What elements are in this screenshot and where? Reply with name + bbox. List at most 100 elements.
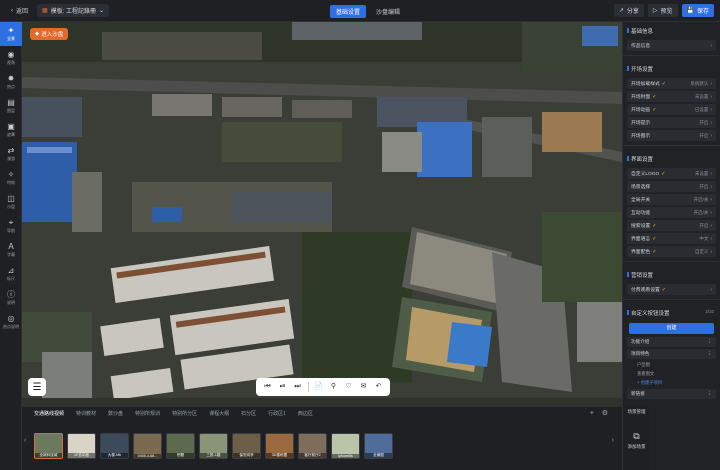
setting-row[interactable]: 开场提示 开启 › [627,117,716,128]
sidebar-item-layers[interactable]: ▤ 图层 [0,94,22,118]
sidebar-item-hotspot-info[interactable]: ◎ 热点说明 [0,310,22,334]
setting-label: 互动功能 [631,211,651,216]
setting-row-right: 中文 › [699,236,712,242]
back-button[interactable]: ‹ 返回 [6,4,33,17]
more-icon[interactable]: ⋮ [707,351,712,357]
share-button[interactable]: ↗ 分享 [613,4,644,17]
chevron-right-icon: › [710,209,712,216]
sidebar-item-ruler[interactable]: ⊿ 标尺 [0,262,22,286]
setting-value: 开启/关 [693,209,709,215]
sidebar-item-eye[interactable]: ◉ 视角 [0,46,22,70]
setting-value: 自定义 [694,248,709,254]
setting-label: 自定义LOGO [631,172,660,177]
scene-thumbnail[interactable]: 别墅 [166,433,195,459]
custom-button-group[interactable]: 新链接 ⋮ [627,389,716,399]
scene-thumbnail[interactable]: 大楼-Mb [100,433,129,459]
setting-row-left: 开场封面 ✓ [631,93,656,101]
scene-menu-button[interactable]: ☰ [28,378,46,396]
tab-sandbox-edit[interactable]: 沙盘编辑 [370,5,406,18]
chevron-right-icon: › [710,170,712,177]
setting-row-left: 付费观看设置 ✓ [631,286,666,294]
category-tab[interactable]: 行政区1 [262,410,292,417]
doc-icon[interactable]: 📄 [314,382,324,392]
template-selector[interactable]: ▦ 模板: 工程記錄冊 ⌄ [37,4,110,17]
setting-row[interactable]: 开场加载样式 ✓ 系统默认 › [627,78,716,89]
setting-row[interactable]: 搜索设置 ✓ 开启 › [627,220,716,231]
custom-button-group[interactable]: 功能介绍 ⋮ [627,337,716,347]
custom-button-subitem[interactable]: 查看图文 [637,370,716,378]
setting-row[interactable]: 付费观看设置 ✓ › [627,284,716,295]
sidebar-item-sandbox[interactable]: ◫ 沙盘 [0,190,22,214]
category-tab[interactable]: 数沙盘 [102,410,129,417]
scroll-right-icon[interactable]: › [612,437,614,444]
scene-thumbnail[interactable]: 全景图 [364,433,393,459]
setting-value: 开启 [699,222,709,228]
category-tab[interactable]: 石分区 [235,410,262,417]
gear-icon[interactable]: ⚙ [602,409,608,417]
setting-row[interactable]: 开场图示 开启 › [627,130,716,141]
scene-thumbnail[interactable]: 三阶-1楼 [199,433,228,459]
sidebar-item-effects[interactable]: ✧ 特效 [0,166,22,190]
setting-row[interactable]: 界面配色 ✓ 自定义 › [627,246,716,257]
scene-thumbnail[interactable]: 客厅前厅2 [298,433,327,459]
setting-row-right: 自定义 › [695,249,712,255]
sidebar-item-info[interactable]: ⓘ 说明 [0,286,22,310]
share-icon[interactable]: ↶ [374,382,384,392]
scene-thumbnail[interactable]: 全新科技城 [34,433,63,459]
category-tab[interactable]: 西边区 [292,410,319,417]
comment-icon[interactable]: ✉ [359,382,369,392]
sidebar-item-panorama[interactable]: ✦ 全景 [0,22,22,46]
heart-icon[interactable]: ♡ [344,382,354,392]
sidebar-item-location[interactable]: ⌖ 导航 [0,214,22,238]
sidebar-item-mask[interactable]: ▣ 遮罩 [0,118,22,142]
setting-row[interactable]: 作品信息 › [627,40,716,51]
sandbox-icon: ◫ [7,194,15,203]
category-tab[interactable]: 交通路线视频 [28,410,70,417]
scene-thumbnail[interactable]: 0405-4-68... [133,433,162,459]
scene-thumbnail[interactable]: 1F总平面 [67,433,96,459]
search-icon[interactable]: ⚲ [329,382,339,392]
sidebar-item-hotspot[interactable]: ✸ 热点 [0,70,22,94]
scene-thumbnail[interactable]: 3D楼栋图 [265,433,294,459]
category-tab[interactable]: 课程大纲 [203,410,235,417]
check-icon: ✓ [652,235,657,242]
chevron-down-icon: ⌄ [99,8,105,14]
sidebar-item-label: 热点说明 [3,324,19,329]
play-icon[interactable]: ⏯ [278,382,288,392]
custom-button-group[interactable]: 项目特色 ⋮ [627,349,716,359]
setting-row[interactable]: 自定义LOGO ✓ 未设置 › [627,168,716,179]
add-category-icon[interactable]: + [590,410,594,417]
preview-button[interactable]: ▷ 预览 [647,4,678,17]
prev-icon[interactable]: ⏮ [263,382,273,392]
sidebar-item-label: 说明 [7,300,15,305]
sidebar-item-roam[interactable]: ⇄ 漫游 [0,142,22,166]
scene-thumbnail[interactable]: 保安岗亭 [232,433,261,459]
save-button[interactable]: 💾 保存 [681,4,714,17]
custom-buttons-label: 自定义按钮设置 [631,311,670,317]
setting-row[interactable]: 界面语言 ✓ 中文 › [627,233,716,244]
sidebar-item-text[interactable]: A 字幕 [0,238,22,262]
scene-thumbnail[interactable]: iphone5s [331,433,360,459]
panorama-viewport[interactable]: ◆ 进入沙盘 ☰ ⏮ ⏯ ⏭ 📄 ⚲ ♡ ✉ ↶ [22,22,622,406]
category-tab[interactable]: 特别所规训 [129,410,166,417]
setting-row[interactable]: 场景选择 开启 › [627,181,716,192]
setting-row[interactable]: 开场动画 ✓ 已设置 › [627,104,716,115]
create-button[interactable]: 创建 [629,323,714,334]
scene-management[interactable]: 场景管理 ⧉ 添加场景 [622,406,650,470]
category-tab[interactable]: 特别所分区 [166,410,203,417]
setting-row[interactable]: 全局开关 开启/关 › [627,194,716,205]
setting-row-right: 已设置 › [695,107,712,113]
setting-row-left: 开场加载样式 ✓ [631,80,666,88]
next-icon[interactable]: ⏭ [293,382,303,392]
setting-row[interactable]: 互动功能 开启/关 › [627,207,716,218]
scroll-left-icon[interactable]: ‹ [24,437,26,444]
more-icon[interactable]: ⋮ [707,339,712,345]
custom-button-subitem[interactable]: + 创建子项目 [637,379,716,387]
category-tab[interactable]: 特训教材 [70,410,102,417]
enter-sandbox-tag[interactable]: ◆ 进入沙盘 [30,28,69,40]
chevron-right-icon: › [710,42,712,49]
more-icon[interactable]: ⋮ [707,391,712,397]
tab-basic-settings[interactable]: 基础设置 [330,5,367,18]
setting-row[interactable]: 开场封面 ✓ 未设置 › [627,91,716,102]
custom-button-subitem[interactable]: 户型图 [637,361,716,369]
